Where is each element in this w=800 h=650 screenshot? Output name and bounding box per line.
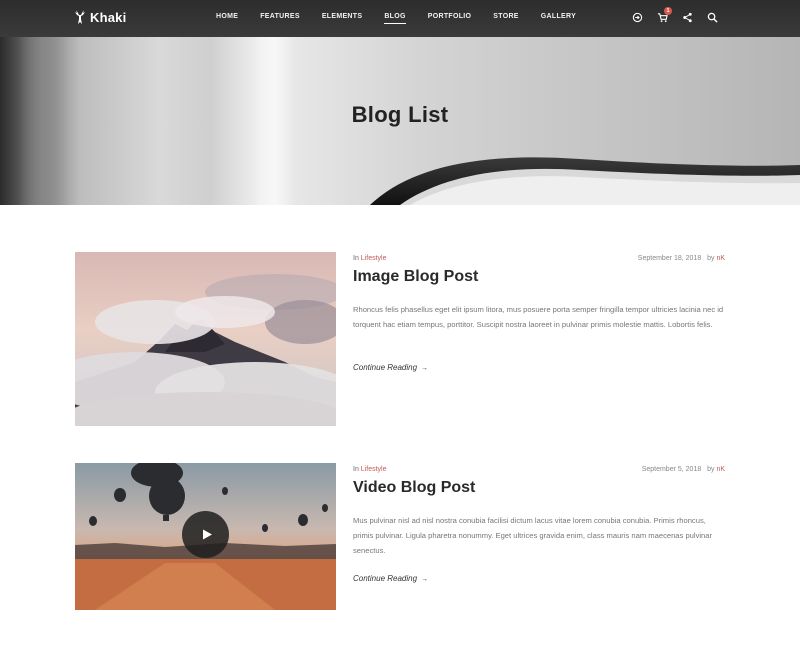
category-prefix: In xyxy=(353,255,359,262)
main-nav: HOME FEATURES ELEMENTS BLOG PORTFOLIO ST… xyxy=(216,13,598,24)
post-thumbnail-image[interactable] xyxy=(75,252,336,426)
video-play-button[interactable] xyxy=(182,511,229,558)
post-thumbnail-video[interactable] xyxy=(75,463,336,610)
post-excerpt: Mus pulvinar nisl ad nisl nostra conubia… xyxy=(353,516,713,556)
hero-banner: Blog List xyxy=(0,37,800,205)
author-link[interactable]: nK xyxy=(716,466,725,473)
post-excerpt: Rhoncus felis phasellus eget elit ipsum … xyxy=(353,305,724,330)
nav-item-home[interactable]: HOME xyxy=(216,13,238,20)
nav-icons: 1 xyxy=(631,7,731,23)
continue-reading-link[interactable]: Continue Reading → xyxy=(353,574,428,583)
nav-item-blog[interactable]: BLOG xyxy=(384,13,407,24)
sign-in-icon[interactable] xyxy=(631,11,643,23)
post-date-author: September 5, 2018 by nK xyxy=(642,466,725,473)
nav-item-elements[interactable]: ELEMENTS xyxy=(322,13,363,20)
post-date-author: September 18, 2018 by nK xyxy=(638,255,725,262)
nav-item-store[interactable]: STORE xyxy=(493,13,519,20)
post-meta: In Lifestyle September 18, 2018 by nK xyxy=(353,255,725,262)
page-title: Blog List xyxy=(351,102,449,127)
category-prefix: In xyxy=(353,466,359,473)
deer-logo-icon xyxy=(75,10,85,24)
continue-reading-label: Continue Reading xyxy=(353,363,418,372)
arrow-right-icon: → xyxy=(421,365,429,372)
search-icon[interactable] xyxy=(706,11,718,23)
author-link[interactable]: nK xyxy=(716,255,725,262)
hero-book-curve-image xyxy=(370,157,800,205)
cart-icon[interactable]: 1 xyxy=(656,7,672,23)
play-icon xyxy=(202,529,212,540)
cart-count-badge: 1 xyxy=(664,7,672,15)
author-prefix: by xyxy=(707,466,715,473)
post-date: September 18, 2018 xyxy=(637,255,702,262)
continue-reading-label: Continue Reading xyxy=(353,574,418,583)
brand-name: Khaki xyxy=(90,9,127,25)
share-icon[interactable] xyxy=(681,11,693,23)
nav-item-portfolio[interactable]: PORTFOLIO xyxy=(428,13,472,20)
brand-logo[interactable]: Khaki xyxy=(74,9,126,25)
navbar: Khaki HOME FEATURES ELEMENTS BLOG PORTFO… xyxy=(0,0,800,37)
post-title[interactable]: Image Blog Post xyxy=(353,268,478,286)
post-title[interactable]: Video Blog Post xyxy=(353,479,475,497)
continue-reading-link[interactable]: Continue Reading → xyxy=(353,363,428,372)
author-prefix: by xyxy=(707,255,715,262)
category-link[interactable]: Lifestyle xyxy=(361,466,387,473)
nav-item-gallery[interactable]: GALLERY xyxy=(541,13,576,20)
nav-item-features[interactable]: FEATURES xyxy=(260,13,300,20)
post-meta: In Lifestyle September 5, 2018 by nK xyxy=(353,466,725,473)
category-link[interactable]: Lifestyle xyxy=(361,255,387,262)
post-date: September 5, 2018 xyxy=(641,466,702,473)
arrow-right-icon: → xyxy=(421,576,429,583)
